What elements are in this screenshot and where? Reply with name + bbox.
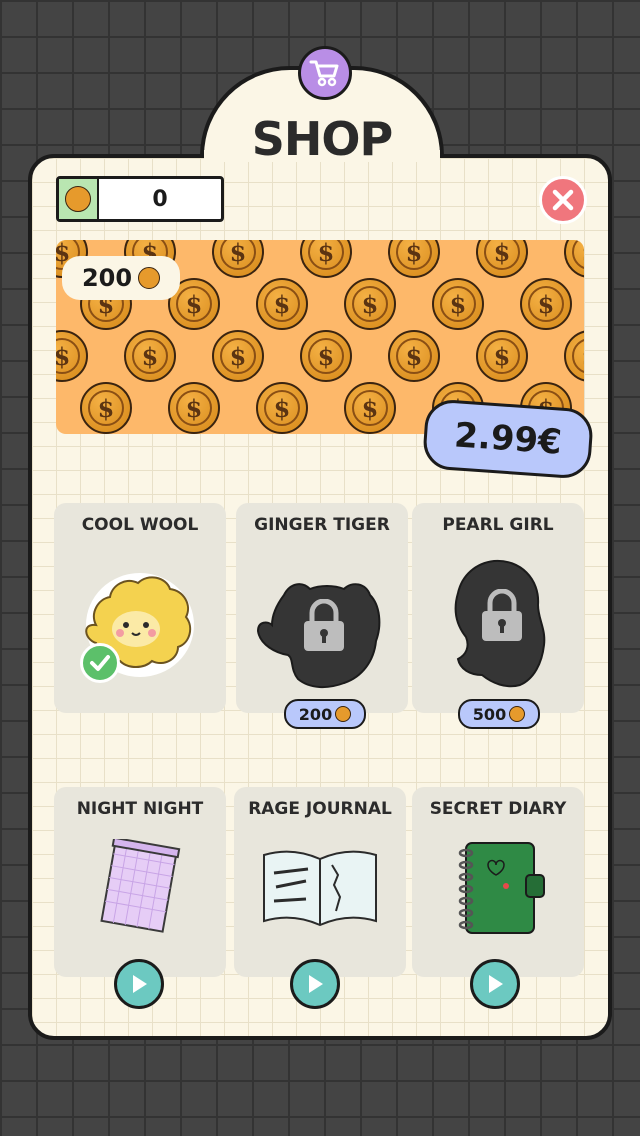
coin-balance: 0	[56, 176, 224, 222]
cost-value: 500	[472, 704, 507, 724]
balance-value: 0	[152, 186, 168, 212]
item-name: NIGHT NIGHT	[76, 799, 204, 819]
coin-icon: $	[56, 330, 88, 382]
bundle-amount-value: 200	[81, 264, 133, 292]
coin-icon: $	[388, 240, 440, 278]
unlock-cost[interactable]: 500	[458, 699, 540, 729]
bundle-price-button[interactable]: 2.99€	[421, 398, 595, 480]
cart-badge	[298, 46, 352, 100]
coin-icon: $	[476, 240, 528, 278]
page-title: SHOP	[251, 112, 393, 166]
item-card-rage-journal[interactable]: RAGE JOURNAL	[234, 787, 406, 1009]
cart-icon	[309, 60, 339, 87]
item-name: GINGER TIGER	[254, 515, 390, 535]
coin-icon: $	[432, 278, 484, 330]
play-button[interactable]	[470, 959, 520, 1009]
notepad-icon	[100, 839, 181, 933]
owned-check	[80, 643, 120, 683]
bundle-amount: 200	[62, 256, 180, 300]
play-icon	[309, 975, 323, 993]
item-card-cool-wool[interactable]: COOL WOOL	[54, 503, 226, 713]
coin-icon: $	[168, 382, 220, 434]
play-button[interactable]	[290, 959, 340, 1009]
coin-icon: $	[564, 330, 584, 382]
journal-icon	[263, 850, 377, 927]
item-name: SECRET DIARY	[429, 799, 567, 819]
coin-icon: $	[476, 330, 528, 382]
play-icon	[489, 975, 503, 993]
item-card-ginger-tiger[interactable]: GINGER TIGER 200	[236, 503, 408, 729]
check-icon	[90, 655, 110, 671]
unlock-cost[interactable]: 200	[284, 699, 366, 729]
coin-icon	[509, 706, 526, 722]
coin-icon: $	[80, 382, 132, 434]
play-button[interactable]	[114, 959, 164, 1009]
coin-icon	[138, 267, 161, 289]
close-icon	[552, 189, 574, 211]
coin-icon: $	[344, 278, 396, 330]
coin-icon: $	[212, 240, 264, 278]
coin-icon: $	[388, 330, 440, 382]
coin-icon	[65, 186, 91, 212]
play-icon	[133, 975, 147, 993]
coin-icon: $	[520, 278, 572, 330]
close-button[interactable]	[539, 176, 587, 224]
cost-value: 200	[298, 704, 333, 724]
coin-icon: $	[212, 330, 264, 382]
coin-icon: $	[300, 330, 352, 382]
coin-icon: $	[256, 382, 308, 434]
lock-icon	[304, 599, 344, 651]
item-card-pearl-girl[interactable]: PEARL GIRL 500	[412, 503, 584, 729]
item-name: PEARL GIRL	[442, 515, 554, 535]
coin-icon: $	[256, 278, 308, 330]
coin-icon: $	[124, 330, 176, 382]
item-name: RAGE JOURNAL	[248, 799, 392, 819]
coin-icon: $	[564, 240, 584, 278]
lock-icon	[482, 589, 522, 641]
item-card-secret-diary[interactable]: SECRET DIARY	[412, 787, 584, 1009]
balance-coin	[59, 179, 99, 219]
item-name: COOL WOOL	[81, 515, 199, 535]
item-card-night-night[interactable]: NIGHT NIGHT	[54, 787, 226, 1009]
diary-icon	[458, 842, 545, 934]
coin-icon: $	[344, 382, 396, 434]
coin-icon	[335, 706, 352, 722]
coin-icon: $	[300, 240, 352, 278]
